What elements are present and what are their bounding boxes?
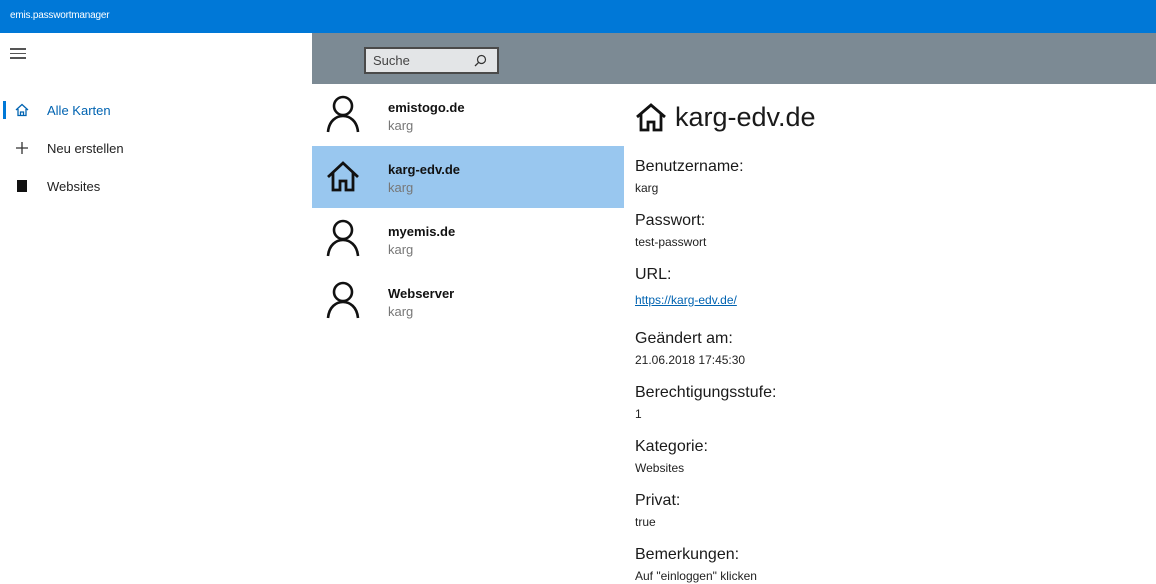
home-icon [326, 157, 360, 195]
plus-icon [12, 141, 32, 155]
home-icon [12, 103, 32, 117]
person-icon [326, 95, 360, 133]
field-value-benutzername: karg [635, 181, 659, 195]
list-item[interactable]: emistogo.de karg [312, 84, 624, 146]
search-input[interactable] [366, 53, 466, 68]
list-item-selected[interactable]: karg-edv.de karg [312, 146, 624, 208]
field-label-url: URL: [635, 266, 672, 283]
search-box[interactable] [364, 47, 499, 74]
card-username: karg [388, 242, 414, 257]
field-value-berechtigungsstufe: 1 [635, 407, 642, 421]
nav-item-neu-erstellen[interactable]: Neu erstellen [0, 132, 312, 164]
field-value-kategorie: Websites [635, 461, 685, 475]
card-username: karg [388, 180, 414, 195]
field-value-privat: true [635, 515, 656, 529]
field-label-kategorie: Kategorie: [635, 438, 708, 455]
home-icon [635, 102, 667, 133]
detail-title: karg-edv.de [675, 102, 816, 132]
card-title: emistogo.de [388, 100, 465, 115]
field-value-passwort: test-passwort [635, 235, 707, 249]
title-bar: emis.passwortmanager [0, 0, 1156, 33]
card-username: karg [388, 118, 414, 133]
hamburger-menu-icon[interactable] [10, 48, 26, 60]
person-icon [326, 281, 360, 319]
field-label-passwort: Passwort: [635, 212, 706, 229]
nav-item-label: Neu erstellen [47, 140, 124, 156]
field-value-geaendert-am: 21.06.2018 17:45:30 [635, 353, 746, 367]
field-label-privat: Privat: [635, 492, 681, 509]
selection-indicator [3, 101, 6, 119]
card-username: karg [388, 304, 414, 319]
card-title: myemis.de [388, 224, 456, 239]
nav-item-label: Websites [47, 178, 101, 194]
person-icon [326, 219, 360, 257]
field-label-bemerkungen: Bemerkungen: [635, 546, 740, 563]
card-title: karg-edv.de [388, 162, 461, 177]
field-value-bemerkungen: Auf "einloggen" klicken [635, 569, 757, 583]
field-label-berechtigungsstufe: Berechtigungsstufe: [635, 384, 777, 401]
url-link[interactable]: https://karg-edv.de/ [635, 293, 737, 307]
list-item[interactable]: Webserver karg [312, 270, 624, 332]
field-label-geaendert-am: Geändert am: [635, 330, 733, 347]
search-icon[interactable] [474, 54, 487, 72]
field-label-benutzername: Benutzername: [635, 158, 744, 175]
card-title: Webserver [388, 286, 455, 301]
nav-item-alle-karten[interactable]: Alle Karten [0, 94, 312, 126]
list-item[interactable]: myemis.de karg [312, 208, 624, 270]
nav-item-websites[interactable]: Websites [0, 170, 312, 202]
app-title: emis.passwortmanager [10, 10, 110, 21]
book-icon [12, 179, 32, 193]
nav-item-label: Alle Karten [47, 102, 111, 118]
detail-header: karg-edv.de [635, 102, 816, 133]
